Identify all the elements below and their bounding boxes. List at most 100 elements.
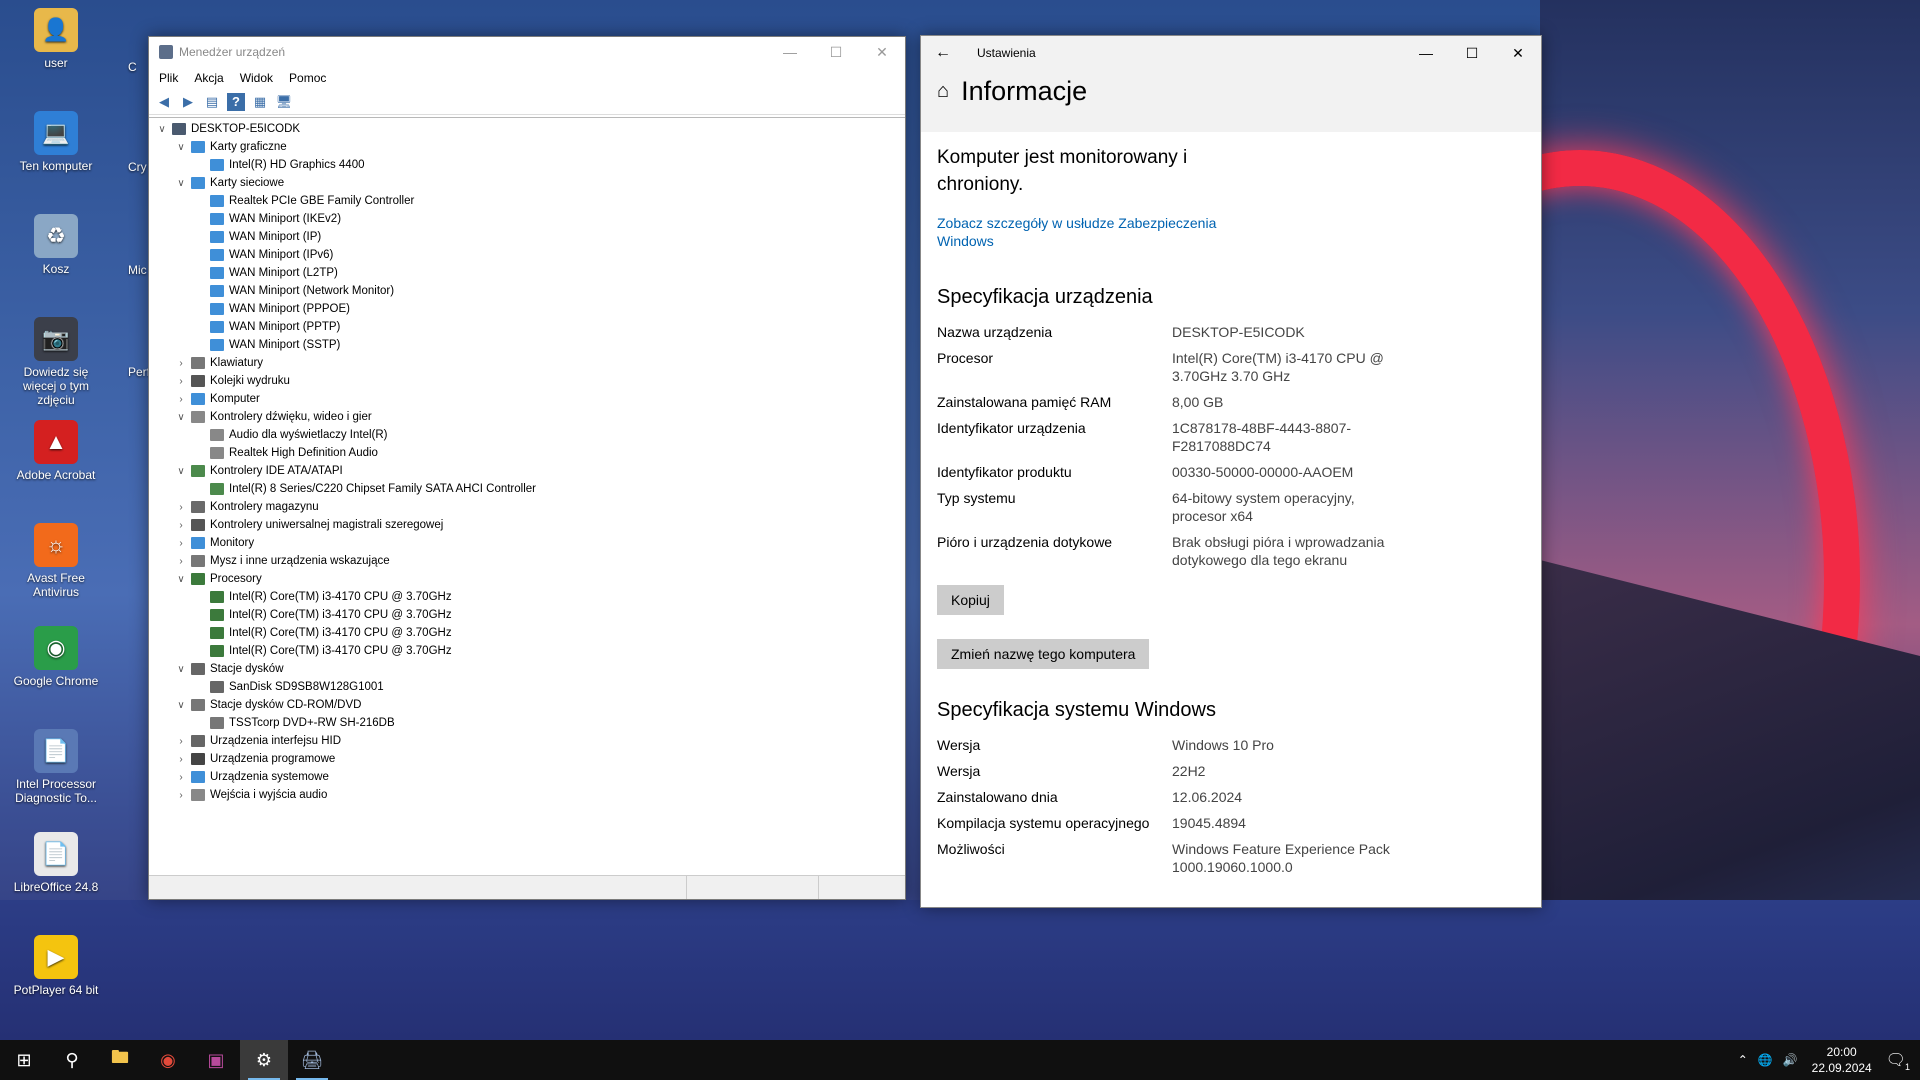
tree-category[interactable]: › Urządzenia systemowe	[149, 768, 905, 786]
device-manager-window[interactable]: Menedżer urządzeń — ☐ ✕ Plik Akcja Widok…	[148, 36, 906, 900]
menu-akcja[interactable]: Akcja	[194, 71, 223, 85]
tree-device[interactable]: WAN Miniport (Network Monitor)	[149, 282, 905, 300]
chevron-down-icon[interactable]: ∨	[174, 174, 188, 192]
volume-icon[interactable]: 🔊	[1783, 1053, 1798, 1067]
tree-device[interactable]: WAN Miniport (IPv6)	[149, 246, 905, 264]
tree-category[interactable]: ∨ Kontrolery IDE ATA/ATAPI	[149, 462, 905, 480]
clock[interactable]: 20:00 22.09.2024	[1808, 1044, 1876, 1076]
tree-category[interactable]: ∨ Procesory	[149, 570, 905, 588]
clipped-icon-label[interactable]: Mic	[128, 263, 147, 277]
minimize-button[interactable]: —	[1403, 38, 1449, 68]
chevron-down-icon[interactable]: ∨	[174, 660, 188, 678]
desktop-icon-intel-diagnostic[interactable]: 📄 Intel Processor Diagnostic To...	[6, 729, 106, 805]
desktop-icon-avast[interactable]: ☼ Avast Free Antivirus	[6, 523, 106, 599]
close-button[interactable]: ✕	[1495, 38, 1541, 68]
show-hide-tree-icon[interactable]: ▤	[203, 93, 221, 111]
tree-category[interactable]: › Wejścia i wyjścia audio	[149, 786, 905, 804]
chevron-down-icon[interactable]: ∨	[174, 570, 188, 588]
tree-device[interactable]: SanDisk SD9SB8W128G1001	[149, 678, 905, 696]
tree-category[interactable]: › Kontrolery magazynu	[149, 498, 905, 516]
chevron-right-icon[interactable]: ›	[174, 750, 188, 768]
chevron-right-icon[interactable]: ›	[174, 732, 188, 750]
desktop-icon-chrome[interactable]: ◉ Google Chrome	[6, 626, 106, 688]
tree-category[interactable]: ∨ Karty graficzne	[149, 138, 905, 156]
tree-category[interactable]: › Klawiatury	[149, 354, 905, 372]
rename-pc-button[interactable]: Zmień nazwę tego komputera	[937, 639, 1150, 669]
tree-device[interactable]: WAN Miniport (PPPOE)	[149, 300, 905, 318]
chevron-right-icon[interactable]: ›	[174, 390, 188, 408]
settings-gear-icon[interactable]: ⚙	[240, 1040, 288, 1080]
desktop-icon-recycle-bin[interactable]: ♻ Kosz	[6, 214, 106, 276]
back-arrow-icon[interactable]: ←	[935, 44, 951, 62]
chevron-down-icon[interactable]: ∨	[155, 120, 169, 138]
chevron-right-icon[interactable]: ›	[174, 516, 188, 534]
chevron-down-icon[interactable]: ∨	[174, 696, 188, 714]
chevron-right-icon[interactable]: ›	[174, 372, 188, 390]
home-icon[interactable]: ⌂	[937, 80, 949, 103]
tree-device[interactable]: Intel(R) 8 Series/C220 Chipset Family SA…	[149, 480, 905, 498]
chrome-icon[interactable]: ◉	[144, 1040, 192, 1080]
tree-category[interactable]: ∨ Stacje dysków CD-ROM/DVD	[149, 696, 905, 714]
clipped-icon-label[interactable]: Cry	[128, 160, 147, 174]
tree-device[interactable]: TSSTcorp DVD+-RW SH-216DB	[149, 714, 905, 732]
menu-widok[interactable]: Widok	[240, 71, 273, 85]
copy-button[interactable]: Kopiuj	[937, 585, 1004, 615]
desktop-icon-camera-info[interactable]: 📷 Dowiedz się więcej o tym zdjęciu	[6, 317, 106, 407]
maximize-button[interactable]: ☐	[1449, 38, 1495, 68]
tree-device[interactable]: Intel(R) Core(TM) i3-4170 CPU @ 3.70GHz	[149, 606, 905, 624]
desktop-icon-user-folder[interactable]: 👤 user	[6, 8, 106, 70]
back-arrow-icon[interactable]: ◀	[155, 93, 173, 111]
tree-device[interactable]: Realtek PCIe GBE Family Controller	[149, 192, 905, 210]
menu-pomoc[interactable]: Pomoc	[289, 71, 326, 85]
tree-category[interactable]: ∨ Karty sieciowe	[149, 174, 905, 192]
help-icon[interactable]: ?	[227, 92, 245, 111]
properties-icon[interactable]: ▦	[251, 93, 269, 111]
device-manager-taskbar-icon[interactable]: 🖨	[288, 1040, 336, 1080]
network-globe-icon[interactable]: 🌐	[1758, 1053, 1773, 1067]
tree-category[interactable]: ∨ Stacje dysków	[149, 660, 905, 678]
chevron-down-icon[interactable]: ∨	[174, 408, 188, 426]
device-manager-titlebar[interactable]: Menedżer urządzeń — ☐ ✕	[149, 37, 905, 67]
tree-device[interactable]: Intel(R) HD Graphics 4400	[149, 156, 905, 174]
desktop-icon-computer[interactable]: 💻 Ten komputer	[6, 111, 106, 173]
chevron-right-icon[interactable]: ›	[174, 786, 188, 804]
tree-category[interactable]: › Urządzenia interfejsu HID	[149, 732, 905, 750]
clipped-icon-label[interactable]: C	[128, 60, 137, 74]
desktop-icon-libreoffice[interactable]: 📄 LibreOffice 24.8	[6, 832, 106, 894]
tree-category[interactable]: › Monitory	[149, 534, 905, 552]
tree-device[interactable]: WAN Miniport (IKEv2)	[149, 210, 905, 228]
chevron-down-icon[interactable]: ∨	[174, 462, 188, 480]
tree-category[interactable]: ∨ Kontrolery dźwięku, wideo i gier	[149, 408, 905, 426]
settings-window[interactable]: ← Ustawienia — ☐ ✕ ⌂ Informacje Komputer…	[920, 35, 1542, 908]
tree-device[interactable]: WAN Miniport (L2TP)	[149, 264, 905, 282]
forward-arrow-icon[interactable]: ▶	[179, 93, 197, 111]
chevron-right-icon[interactable]: ›	[174, 498, 188, 516]
tree-device[interactable]: WAN Miniport (PPTP)	[149, 318, 905, 336]
maximize-button[interactable]: ☐	[813, 37, 859, 67]
tree-device[interactable]: Intel(R) Core(TM) i3-4170 CPU @ 3.70GHz	[149, 588, 905, 606]
desktop-icon-potplayer[interactable]: ▶ PotPlayer 64 bit	[6, 935, 106, 997]
tree-device[interactable]: Audio dla wyświetlaczy Intel(R)	[149, 426, 905, 444]
tree-category[interactable]: › Komputer	[149, 390, 905, 408]
tree-device[interactable]: WAN Miniport (SSTP)	[149, 336, 905, 354]
start-button[interactable]: ⊞	[0, 1040, 48, 1080]
tree-category[interactable]: › Mysz i inne urządzenia wskazujące	[149, 552, 905, 570]
menu-plik[interactable]: Plik	[159, 71, 178, 85]
search-icon[interactable]: ⚲	[48, 1040, 96, 1080]
tree-device[interactable]: WAN Miniport (IP)	[149, 228, 905, 246]
chevron-up-icon[interactable]: ⌃	[1738, 1053, 1748, 1067]
chevron-right-icon[interactable]: ›	[174, 552, 188, 570]
tree-category[interactable]: › Kontrolery uniwersalnej magistrali szer…	[149, 516, 905, 534]
minimize-button[interactable]: —	[767, 37, 813, 67]
chevron-right-icon[interactable]: ›	[174, 534, 188, 552]
chevron-down-icon[interactable]: ∨	[174, 138, 188, 156]
scan-hardware-icon[interactable]: 🖥	[275, 93, 293, 111]
desktop-icon-acrobat[interactable]: ▲ Adobe Acrobat	[6, 420, 106, 482]
notifications-icon[interactable]: 🗨 1	[1886, 1050, 1910, 1072]
chevron-right-icon[interactable]: ›	[174, 768, 188, 786]
tree-device[interactable]: Intel(R) Core(TM) i3-4170 CPU @ 3.70GHz	[149, 624, 905, 642]
tree-category[interactable]: › Kolejki wydruku	[149, 372, 905, 390]
settings-titlebar[interactable]: ← Ustawienia — ☐ ✕	[921, 36, 1541, 70]
file-explorer-icon[interactable]: 🖿	[96, 1040, 144, 1080]
security-details-link[interactable]: Zobacz szczegóły w usłudze Zabezpieczeni…	[937, 214, 1237, 250]
